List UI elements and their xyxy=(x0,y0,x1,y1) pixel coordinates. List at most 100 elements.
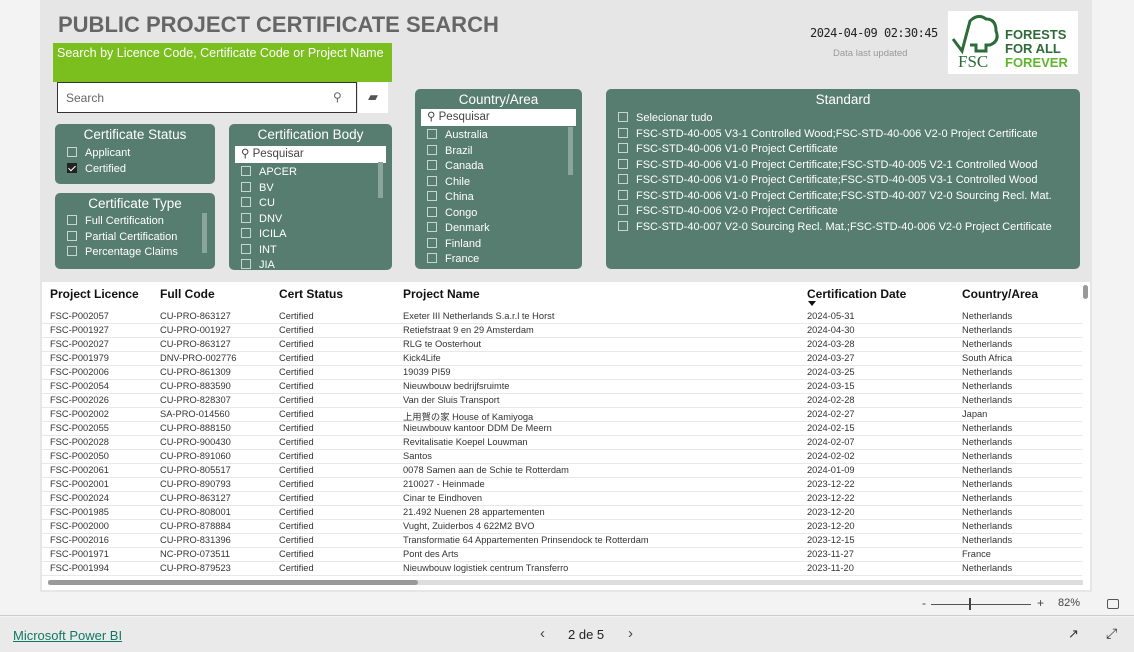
filter-option[interactable]: Australia xyxy=(427,128,570,144)
filter-option[interactable]: Percentage Claims xyxy=(67,245,203,261)
search-input[interactable]: Search xyxy=(57,82,357,113)
checkbox[interactable] xyxy=(427,160,437,170)
filter-option[interactable]: China xyxy=(427,190,570,206)
checkbox[interactable] xyxy=(427,144,437,155)
filter-option[interactable]: FSC-STD-40-006 V1-0 Project Certificate;… xyxy=(618,158,1068,174)
filter-option[interactable]: JIA xyxy=(241,258,380,270)
checkbox[interactable] xyxy=(427,253,437,263)
table-row[interactable]: FSC-P002050 CU-PRO-891060 Certified Santos 2… xyxy=(42,450,1082,464)
table-row[interactable]: FSC-P002028 CU-PRO-900430 Certified Revital… xyxy=(42,436,1082,450)
table-row[interactable]: FSC-P002000 CU-PRO-878884 Certified Vught, … xyxy=(42,520,1082,534)
column-header[interactable]: Certification Date xyxy=(807,287,906,301)
filter-option[interactable]: Finland xyxy=(427,237,570,253)
table-row[interactable]: FSC-P002027 CU-PRO-863127 Certified RLG te … xyxy=(42,338,1082,352)
checkbox[interactable] xyxy=(618,220,628,231)
checkbox[interactable] xyxy=(241,166,251,176)
checkbox[interactable] xyxy=(241,212,251,223)
filter-option[interactable]: FSC-STD-40-006 V2-0 Project Certificate xyxy=(618,204,1068,220)
horizontal-scroll-thumb[interactable] xyxy=(48,580,418,585)
search-icon[interactable]: ⚲ xyxy=(333,90,342,104)
checkbox[interactable] xyxy=(67,215,77,225)
checkbox[interactable] xyxy=(241,197,251,207)
checkbox[interactable] xyxy=(67,230,77,241)
column-header[interactable]: Project Name xyxy=(403,287,480,301)
filter-option[interactable]: Canada xyxy=(427,159,570,175)
filter-option[interactable]: FSC-STD-40-005 V3-1 Controlled Wood;FSC-… xyxy=(618,127,1068,143)
filter-option[interactable]: Full Certification xyxy=(67,214,203,230)
checkbox[interactable] xyxy=(427,222,437,232)
scrollbar[interactable] xyxy=(202,213,207,253)
filter-option[interactable]: INT xyxy=(241,243,380,259)
checkbox[interactable] xyxy=(241,181,251,192)
filter-option[interactable]: DNV xyxy=(241,212,380,228)
filter-option[interactable]: FSC-STD-40-006 V1-0 Project Certificate;… xyxy=(618,189,1068,205)
checkbox[interactable] xyxy=(427,191,437,201)
filter-option[interactable]: ICILA xyxy=(241,227,380,243)
table-row[interactable]: FSC-P001927 CU-PRO-001927 Certified Retiefs… xyxy=(42,324,1082,338)
checkbox[interactable] xyxy=(427,206,437,217)
filter-option[interactable]: APCER xyxy=(241,165,380,181)
fullscreen-icon[interactable]: ⤢ xyxy=(1106,625,1117,642)
table-row[interactable]: FSC-P001979 DNV-PRO-002776 Certified Kick4L… xyxy=(42,352,1082,366)
filter-option[interactable]: France xyxy=(427,252,570,268)
checkbox[interactable] xyxy=(427,129,437,139)
table-row[interactable]: FSC-P001971 NC-PRO-073511 Certified Pont de… xyxy=(42,548,1082,562)
table-row[interactable]: FSC-P002055 CU-PRO-888150 Certified Nieuwbo… xyxy=(42,422,1082,436)
filter-option[interactable]: FSC-STD-40-007 V2-0 Sourcing Recl. Mat.;… xyxy=(618,220,1068,236)
filter-option[interactable]: Brazil xyxy=(427,144,570,160)
filter-option[interactable]: Denmark xyxy=(427,221,570,237)
table-row[interactable]: FSC-P002057 CU-PRO-863127 Certified Exeter … xyxy=(42,310,1082,324)
zoom-in-button[interactable]: + xyxy=(1037,596,1044,610)
checkbox[interactable] xyxy=(618,158,628,169)
filter-option[interactable]: Partial Certification xyxy=(67,230,203,246)
table-row[interactable]: FSC-P002001 CU-PRO-890793 Certified 210027 … xyxy=(42,478,1082,492)
filter-option[interactable]: Certified xyxy=(67,162,203,178)
checkbox[interactable] xyxy=(618,174,628,184)
column-header[interactable]: Country/Area xyxy=(962,287,1038,301)
cert-body-search-input[interactable]: ⚲ Pesquisar xyxy=(235,146,386,163)
scrollbar[interactable] xyxy=(378,162,383,198)
checkbox[interactable] xyxy=(67,162,77,173)
table-row[interactable]: FSC-P002054 CU-PRO-883590 Certified Nieuwbo… xyxy=(42,380,1082,394)
filter-option[interactable]: Chile xyxy=(427,175,570,191)
table-row[interactable]: FSC-P001985 CU-PRO-808001 Certified 21.492 … xyxy=(42,506,1082,520)
fit-to-page-icon[interactable] xyxy=(1107,599,1119,609)
checkbox[interactable] xyxy=(427,175,437,186)
share-icon[interactable]: ↗ xyxy=(1068,626,1079,642)
filter-option[interactable]: FSC-STD-40-006 V1-0 Project Certificate;… xyxy=(618,173,1068,189)
checkbox[interactable] xyxy=(427,237,437,248)
table-row[interactable]: FSC-P002006 CU-PRO-861309 Certified 19039 P… xyxy=(42,366,1082,380)
column-header[interactable]: Cert Status xyxy=(279,287,343,301)
checkbox[interactable] xyxy=(618,205,628,215)
checkbox[interactable] xyxy=(618,112,628,122)
filter-option[interactable]: BV xyxy=(241,181,380,197)
table-row[interactable]: FSC-P002024 CU-PRO-863127 Certified Cinar t… xyxy=(42,492,1082,506)
checkbox[interactable] xyxy=(67,246,77,256)
next-page-button[interactable]: › xyxy=(628,625,633,642)
filter-option[interactable]: Selecionar tudo xyxy=(618,111,1068,127)
zoom-slider-handle[interactable] xyxy=(969,598,971,610)
table-row[interactable]: FSC-P001994 CU-PRO-879523 Certified Nieuwbo… xyxy=(42,562,1082,576)
checkbox[interactable] xyxy=(67,147,77,157)
power-bi-link[interactable]: Microsoft Power BI xyxy=(13,628,122,643)
table-row[interactable]: FSC-P002002 SA-PRO-014560 Certified 上用賀の家 H… xyxy=(42,408,1082,422)
column-header[interactable]: Project Licence xyxy=(50,287,139,301)
checkbox[interactable] xyxy=(241,228,251,238)
country-search-input[interactable]: ⚲ Pesquisar xyxy=(421,109,576,126)
filter-option[interactable]: Congo xyxy=(427,206,570,222)
checkbox[interactable] xyxy=(618,189,628,200)
column-header[interactable]: Full Code xyxy=(160,287,215,301)
filter-option[interactable]: Applicant xyxy=(67,146,203,162)
scrollbar[interactable] xyxy=(568,127,573,175)
zoom-slider[interactable] xyxy=(931,604,1031,605)
checkbox[interactable] xyxy=(618,143,628,153)
prev-page-button[interactable]: ‹ xyxy=(540,625,545,642)
zoom-out-button[interactable]: - xyxy=(922,596,926,610)
filter-option[interactable]: CU xyxy=(241,196,380,212)
checkbox[interactable] xyxy=(618,127,628,138)
table-row[interactable]: FSC-P002016 CU-PRO-831396 Certified Transfo… xyxy=(42,534,1082,548)
checkbox[interactable] xyxy=(241,243,251,254)
checkbox[interactable] xyxy=(241,259,251,269)
table-row[interactable]: FSC-P002061 CU-PRO-805517 Certified 0078 Sa… xyxy=(42,464,1082,478)
table-row[interactable]: FSC-P002026 CU-PRO-828307 Certified Van der… xyxy=(42,394,1082,408)
